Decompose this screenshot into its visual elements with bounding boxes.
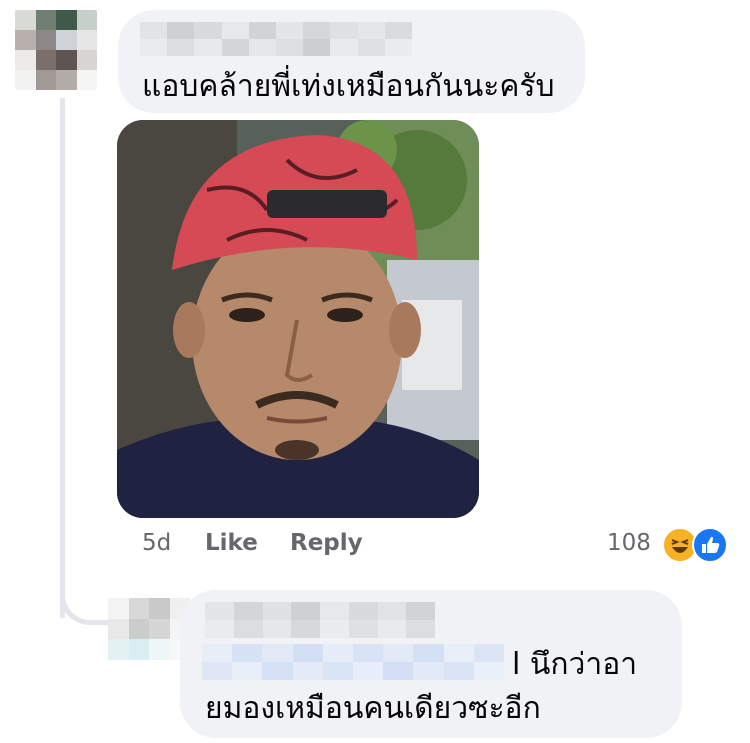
comment-photo[interactable] xyxy=(117,120,479,518)
thread-connector xyxy=(60,560,113,625)
portrait-image xyxy=(117,120,479,518)
reaction-count[interactable]: 108 xyxy=(607,530,651,556)
like-button[interactable]: Like xyxy=(205,530,258,556)
commenter-name[interactable] xyxy=(140,22,412,56)
like-icon[interactable] xyxy=(692,527,728,563)
mentioned-name[interactable] xyxy=(202,644,504,680)
reply-text-line-2: ยมองเหมือนคนเดียวซะอีก xyxy=(205,691,541,726)
avatar[interactable] xyxy=(15,10,97,90)
reply-button[interactable]: Reply xyxy=(290,530,363,556)
thread-line xyxy=(60,98,65,618)
reply-text-line-1: l นึกว่าอา xyxy=(512,647,638,682)
avatar[interactable] xyxy=(108,598,190,660)
comment-timestamp[interactable]: 5d xyxy=(142,530,171,556)
reply-author-name[interactable] xyxy=(205,602,435,638)
comment-text: แอบคล้ายพี่เท่งเหมือนกันนะครับ xyxy=(142,69,555,104)
thumbs-up-glyph xyxy=(702,536,720,553)
